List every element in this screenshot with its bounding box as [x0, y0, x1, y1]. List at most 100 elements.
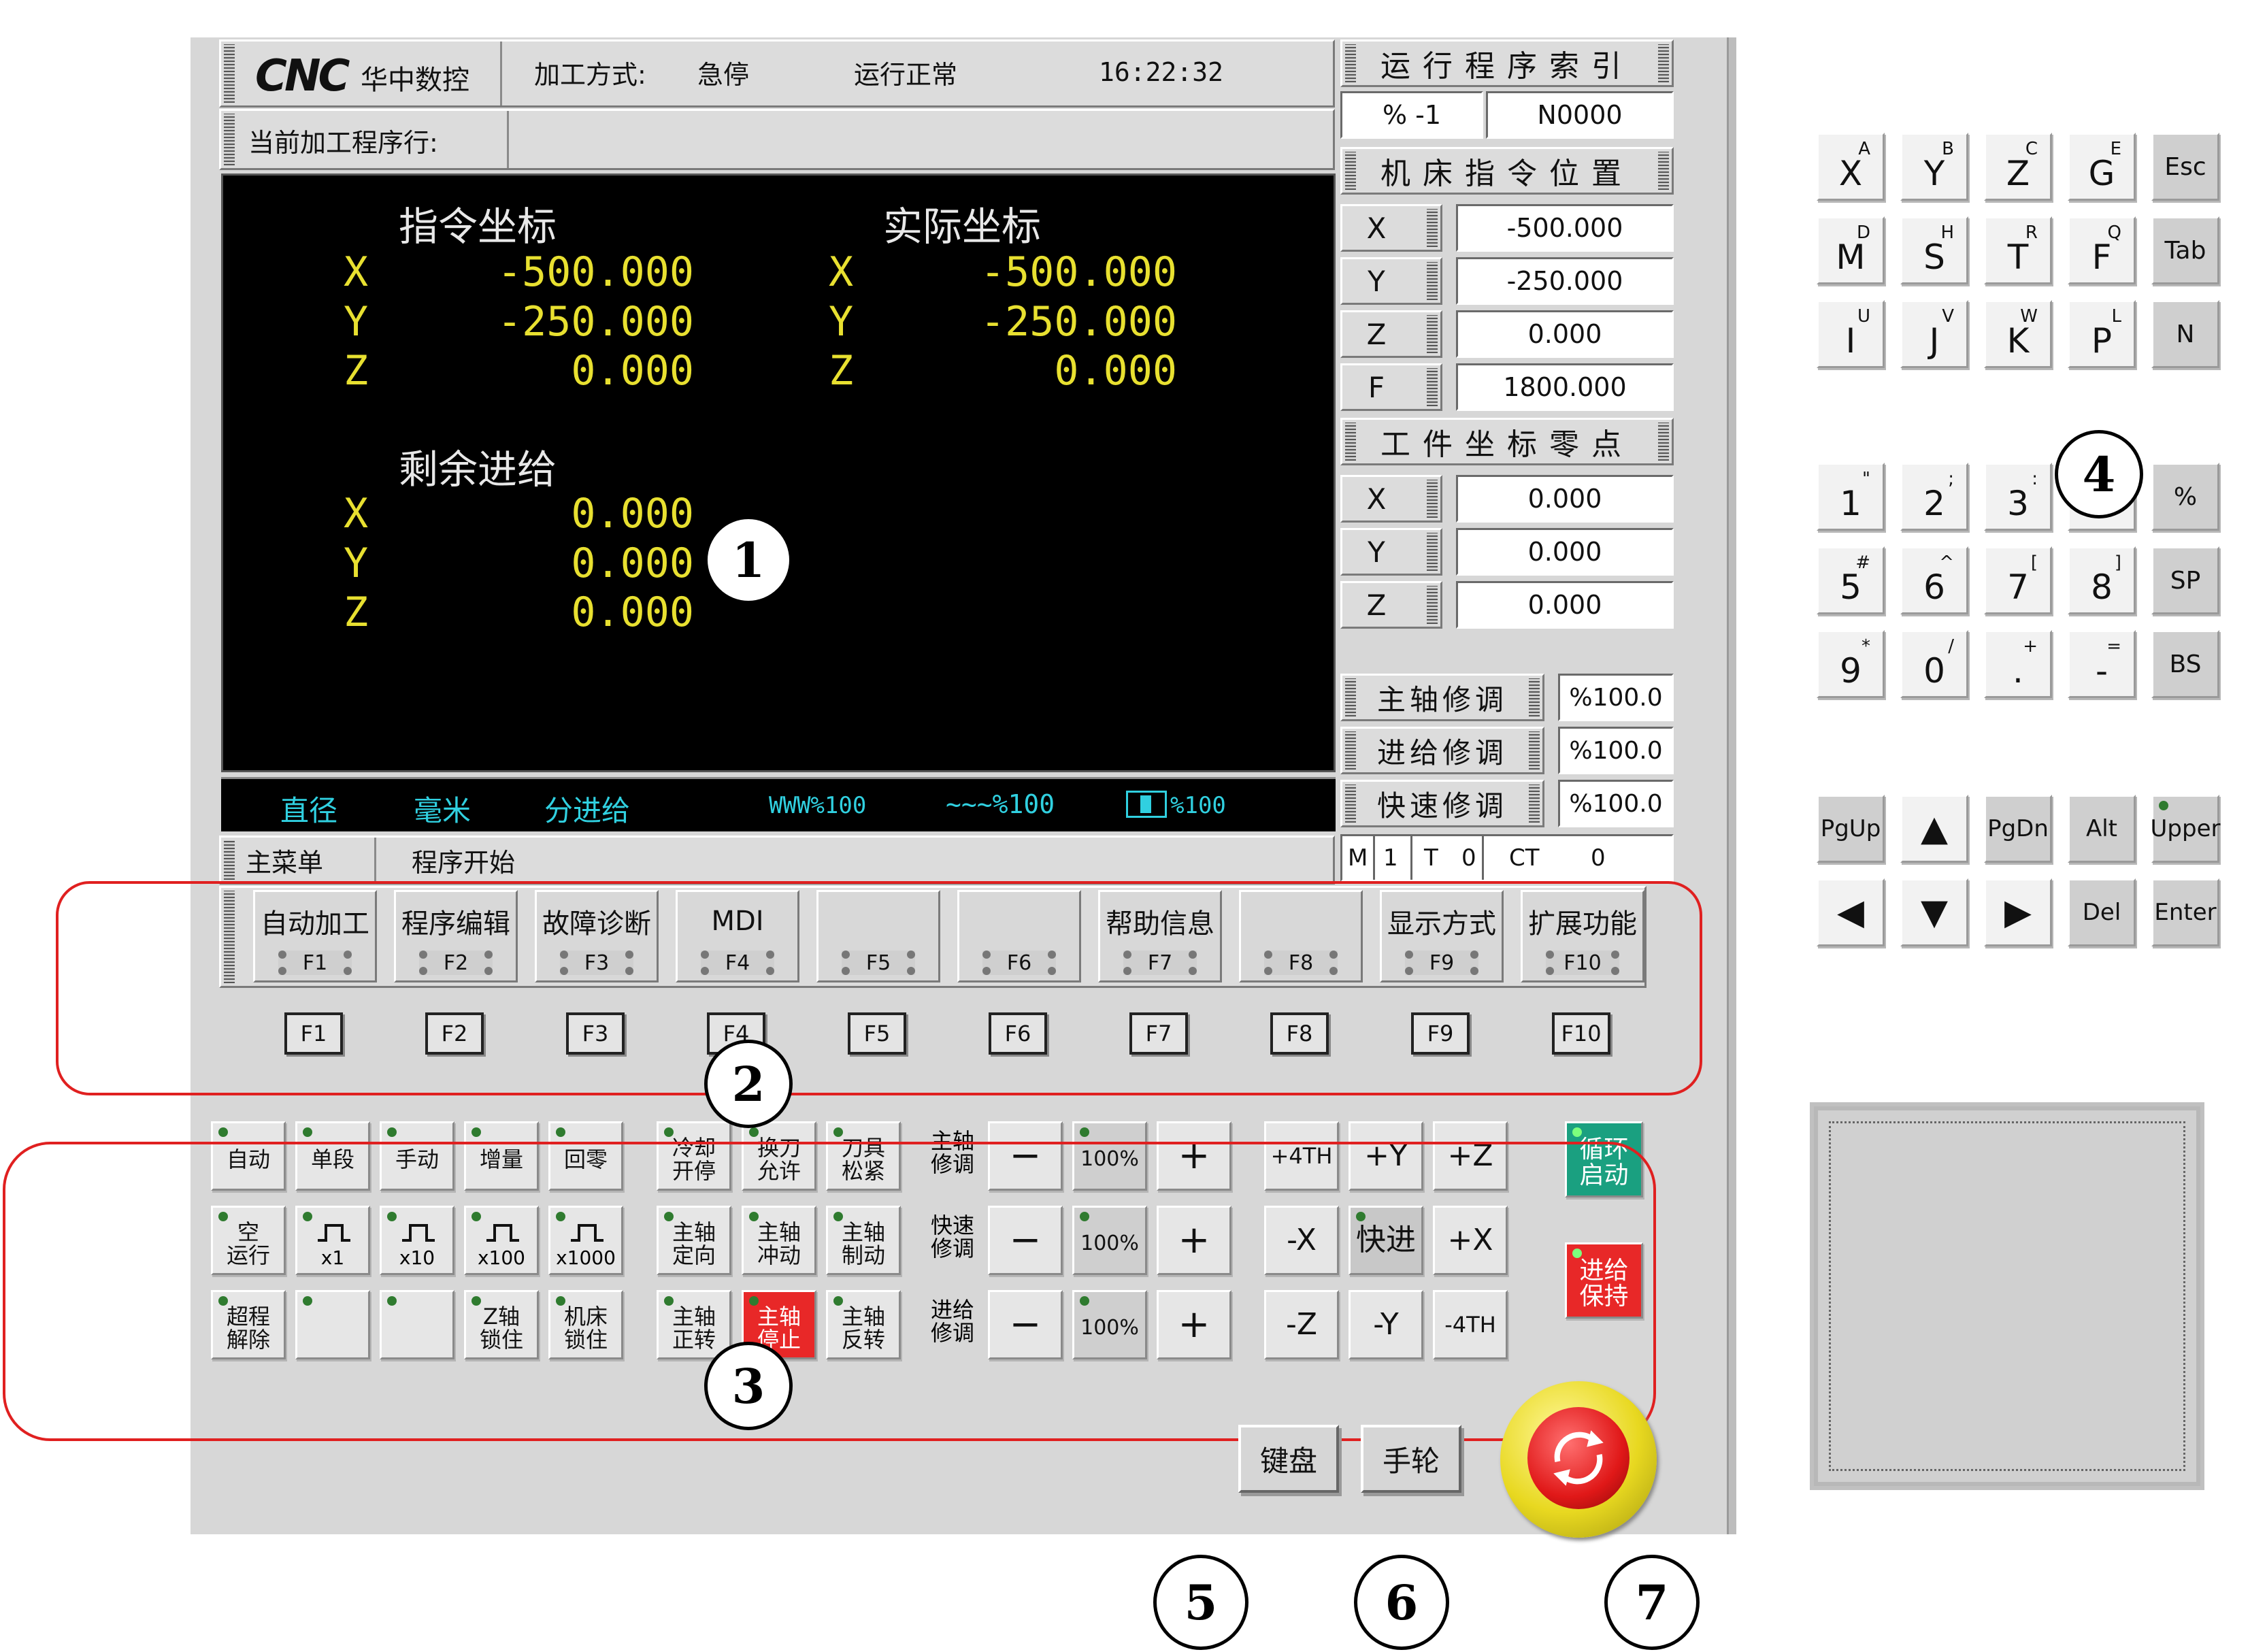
- key-y[interactable]: YB: [1900, 133, 1968, 201]
- key-pgdn[interactable]: PgDn: [1984, 795, 2052, 863]
- key-m[interactable]: MD: [1817, 216, 1885, 284]
- machine-pos-f-axis: F: [1340, 363, 1442, 411]
- key-%[interactable]: %: [2151, 463, 2219, 531]
- key-0[interactable]: 0/: [1900, 630, 1968, 698]
- key-z[interactable]: ZC: [1984, 133, 2052, 201]
- work-zero-x-value: 0.000: [1456, 475, 1674, 523]
- remain-axis-label: Z: [344, 589, 369, 636]
- mode-label: 加工方式:: [534, 59, 646, 90]
- key-2[interactable]: 2;: [1900, 463, 1968, 531]
- key-5[interactable]: 5 #: [1817, 546, 1885, 614]
- key-esc[interactable]: Esc: [2151, 133, 2219, 201]
- key-8[interactable]: 8]: [2068, 546, 2136, 614]
- status-diameter: 直径: [280, 794, 338, 827]
- machine-pos-z-value: 0.000: [1456, 310, 1674, 358]
- machine-pos-y-value: -250.000: [1456, 257, 1674, 305]
- arrow-key-icon[interactable]: ▼: [1900, 878, 1968, 946]
- status-rapid-override: %100: [1170, 792, 1226, 819]
- key-n[interactable]: N: [2151, 300, 2219, 368]
- key-upper[interactable]: Upper: [2151, 795, 2220, 863]
- key-g[interactable]: GE: [2068, 133, 2136, 201]
- brand-name: 华中数控: [361, 65, 469, 96]
- override-value: %100.0: [1558, 727, 1674, 774]
- override-label: 进给修调: [1340, 727, 1544, 774]
- key-p[interactable]: PL: [2068, 300, 2136, 368]
- callout-7: 7: [1604, 1555, 1700, 1650]
- arrow-key-icon[interactable]: ▲: [1900, 795, 1968, 863]
- act-axis-value: 0.000: [1054, 347, 1177, 395]
- mtct-bar: M 1 T 0 CT 0: [1340, 834, 1674, 882]
- keyboard-button[interactable]: 键盘: [1238, 1425, 1339, 1493]
- emergency-stop-button[interactable]: [1500, 1381, 1657, 1538]
- key-tab[interactable]: Tab: [2151, 216, 2219, 284]
- key-s[interactable]: SH: [1900, 216, 1968, 284]
- main-menu-label: 主菜单: [246, 847, 324, 878]
- key-i[interactable]: IU: [1817, 300, 1885, 368]
- current-line-label: 当前加工程序行:: [248, 127, 438, 158]
- callout-3: 3: [704, 1342, 793, 1430]
- key-t[interactable]: TR: [1984, 216, 2052, 284]
- key-1[interactable]: 1 ": [1817, 463, 1885, 531]
- remain-axis-label: Y: [344, 540, 369, 587]
- program-index-n: N0000: [1486, 91, 1674, 139]
- machine-pos-x-value: -500.000: [1456, 204, 1674, 252]
- override-value: %100.0: [1558, 674, 1674, 721]
- machine-pos-x-axis: X: [1340, 204, 1442, 252]
- arrow-key-icon[interactable]: ▶: [1984, 878, 2052, 946]
- title-bar: CNC 华中数控 加工方式: 急停 运行正常 16:22:32: [219, 39, 1335, 108]
- panel-divider: [1727, 37, 1736, 1534]
- key-k[interactable]: KW: [1984, 300, 2052, 368]
- key--[interactable]: - =: [2068, 630, 2136, 698]
- key-enter[interactable]: Enter: [2151, 878, 2219, 946]
- callout-1: 1: [704, 516, 793, 604]
- work-zero-z-value: 0.000: [1456, 581, 1674, 629]
- callout-6: 6: [1354, 1555, 1449, 1650]
- cmd-coord-title: 指令坐标: [399, 203, 557, 250]
- rotate-arrows-icon: [1553, 1430, 1604, 1486]
- key-del[interactable]: Del: [2068, 878, 2136, 946]
- work-zero-z-axis: Z: [1340, 581, 1442, 629]
- key-x[interactable]: XA: [1817, 133, 1885, 201]
- key-j[interactable]: JV: [1900, 300, 1968, 368]
- work-zero-y-axis: Y: [1340, 528, 1442, 576]
- act-axis-value: -500.000: [980, 248, 1177, 296]
- act-axis-label: X: [829, 248, 854, 296]
- cmd-axis-label: X: [344, 248, 369, 296]
- handwheel-button[interactable]: 手轮: [1361, 1425, 1461, 1493]
- cmd-axis-value: 0.000: [571, 347, 694, 395]
- callout-5: 5: [1153, 1555, 1248, 1650]
- cnc-logo: CNC: [255, 51, 350, 101]
- key-9[interactable]: 9 *: [1817, 630, 1885, 698]
- key-f[interactable]: FQ: [2068, 216, 2136, 284]
- act-axis-label: Y: [829, 298, 854, 346]
- program-index-title: 运行程序索引: [1340, 39, 1674, 87]
- key-bs[interactable]: BS: [2151, 630, 2219, 698]
- key-alt[interactable]: Alt: [2068, 795, 2136, 863]
- status-rapid-icon: [1126, 791, 1167, 818]
- clock: 16:22:32: [1099, 57, 1224, 87]
- machine-pos-y-axis: Y: [1340, 257, 1442, 305]
- callout-2-outline: [56, 881, 1702, 1095]
- status-spindle-override: WWW%100: [769, 792, 867, 819]
- arrow-key-icon[interactable]: ◀: [1817, 878, 1885, 946]
- upper-led: [2159, 801, 2168, 810]
- key-6[interactable]: 6 ^: [1900, 546, 1968, 614]
- key-.[interactable]: . +: [1984, 630, 2052, 698]
- key-sp[interactable]: SP: [2151, 546, 2219, 614]
- work-zero-y-value: 0.000: [1456, 528, 1674, 576]
- work-zero-x-axis: X: [1340, 475, 1442, 523]
- run-status: 运行正常: [854, 59, 958, 90]
- key-pgup[interactable]: PgUp: [1817, 795, 1885, 863]
- status-feed-mode: 分进给: [544, 794, 631, 827]
- override-label: 快速修调: [1340, 780, 1544, 827]
- act-axis-value: -250.000: [980, 298, 1177, 346]
- override-label: 主轴修调: [1340, 674, 1544, 721]
- callout-2: 2: [704, 1040, 793, 1128]
- key-7[interactable]: 7[: [1984, 546, 2052, 614]
- remain-feed-title: 剩余进给: [399, 446, 557, 493]
- cmd-axis-label: Y: [344, 298, 369, 346]
- act-coord-title: 实际坐标: [883, 203, 1042, 250]
- key-3[interactable]: 3:: [1984, 463, 2052, 531]
- machine-pos-z-axis: Z: [1340, 310, 1442, 358]
- override-value: %100.0: [1558, 780, 1674, 827]
